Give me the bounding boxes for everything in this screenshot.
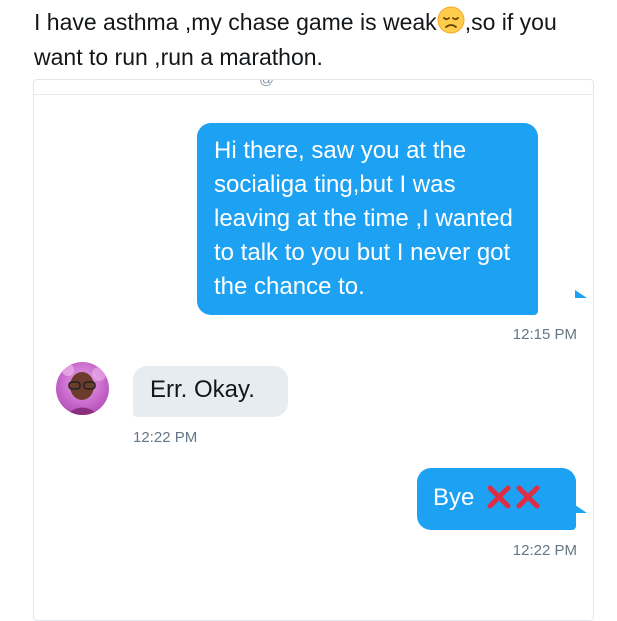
- outgoing-bubble-tail: [575, 505, 587, 513]
- message-timestamp: 12:15 PM: [512, 326, 577, 343]
- avatar-portrait-icon: [62, 364, 106, 415]
- outgoing-message-bubble[interactable]: Bye: [417, 468, 576, 530]
- message-timestamp: 12:22 PM: [512, 542, 577, 559]
- message-text: Bye: [433, 484, 475, 511]
- tweet-text-part1: I have asthma ,my chase game is weak: [34, 9, 437, 35]
- outgoing-bubble-tail: [575, 290, 587, 298]
- disappointed-face-icon: [437, 6, 465, 42]
- outgoing-message-bubble[interactable]: Hi there, saw you at the socialiga ting,…: [197, 123, 538, 315]
- message-text: Err. Okay.: [150, 376, 255, 403]
- cropped-username-text: @ ~~~ ~ ~ ~ ~: [259, 80, 369, 88]
- tweet-text: I have asthma ,my chase game is weak ,so …: [34, 6, 609, 73]
- message-timestamp: 12:22 PM: [133, 429, 198, 446]
- incoming-message-bubble[interactable]: Err. Okay.: [133, 366, 288, 417]
- message-text: Hi there, saw you at the socialiga ting,…: [214, 137, 513, 300]
- conversation-screenshot: @ ~~~ ~ ~ ~ ~ Hi there, saw you at the s…: [33, 79, 594, 621]
- conversation-header-cropped: @ ~~~ ~ ~ ~ ~: [34, 80, 593, 95]
- cross-mark-icon: [487, 485, 543, 519]
- avatar[interactable]: [56, 362, 109, 415]
